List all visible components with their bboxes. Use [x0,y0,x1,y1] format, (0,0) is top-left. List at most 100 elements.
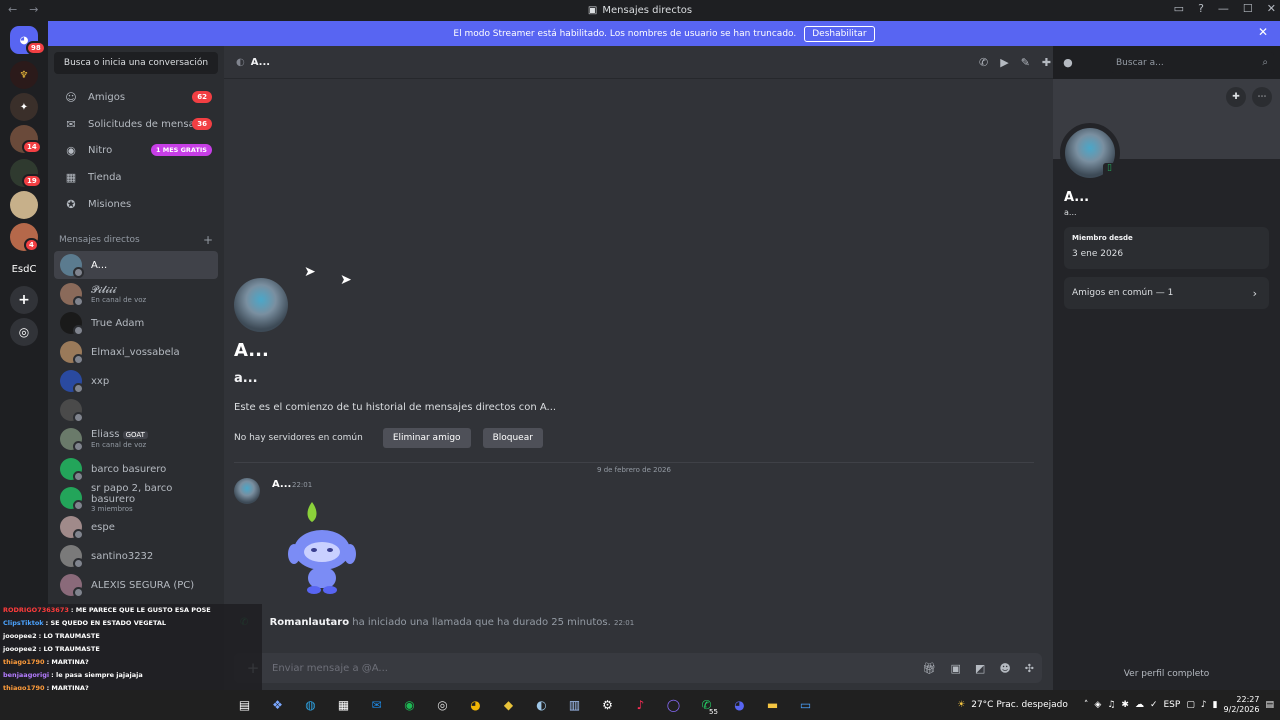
dm-item[interactable]: A... [54,251,218,279]
server-icon-3[interactable]: 19 [10,159,42,188]
obs-icon[interactable]: ◎ [426,698,459,712]
language-indicator[interactable]: ESP [1164,700,1181,710]
discord-taskbar-icon[interactable]: ◕ [723,698,756,712]
mutual-friends-row[interactable]: Amigos en común — 1 › [1064,277,1269,309]
search-input[interactable]: Buscar a... ⌕ [1110,52,1274,73]
dm-item[interactable]: True Adam [54,309,218,337]
home-badge: 98 [26,41,46,55]
bluetooth-icon[interactable]: ✱ [1121,700,1129,710]
home-button[interactable]: ◕ 98 [10,26,46,55]
nav-quests[interactable]: ✪ Misiones [54,192,218,216]
close-window-button[interactable]: ✕ [1267,2,1276,15]
browser-icon[interactable]: ◯ [657,698,690,712]
whatsapp-icon[interactable]: ✆ 55 [690,698,723,716]
emoji-icon[interactable]: ☻ [999,662,1010,675]
dm-item[interactable]: xxp [54,367,218,395]
inbox-icon: ▣ [587,5,598,16]
tray-app-icon[interactable]: ◈ [1094,700,1101,710]
add-server-button[interactable]: + [10,286,38,314]
server-icon-4[interactable] [10,191,38,219]
avatar [60,516,84,540]
chrome-icon[interactable]: ◕ [459,698,492,712]
dm-name: santino3232 [91,550,154,562]
dm-item[interactable]: 𝓟𝓲𝓵𝓲𝓲𝓲 En canal de voz [54,280,218,308]
dm-name: 𝓟𝓲𝓵𝓲𝓲𝓲 [91,284,117,296]
message-input[interactable]: Enviar mensaje a @A... [272,663,388,674]
chevron-up-icon[interactable]: ˄ [1084,700,1089,710]
volume-icon[interactable]: ♪ [1201,700,1207,710]
chat-header-name[interactable]: A... [251,57,270,68]
avatar [60,370,84,394]
close-banner-icon[interactable]: ✕ [1258,25,1268,39]
spotify-icon[interactable]: ◉ [393,698,426,712]
apps-icon[interactable]: ✣ [1025,662,1034,675]
cloud-icon[interactable]: ☁ [1135,700,1144,710]
gif-icon[interactable]: ▣ [951,662,961,675]
dm-item[interactable]: santino3232 [54,542,218,570]
pin-icon[interactable]: ✎ [1021,56,1030,69]
dm-item[interactable]: Elmaxi_vossabela [54,338,218,366]
add-friends-dm-icon[interactable]: ✚ [1042,56,1051,69]
microphone-icon[interactable]: ♫ [1107,700,1115,710]
dm-item[interactable]: ALEXIS SEGURA (PC) [54,571,218,599]
server-icon-5[interactable]: 4 [10,223,39,252]
system-tray: ☀ 27°C Prac. despejado ˄ ◈ ♫ ✱ ☁ ✓ ESP ▢… [957,690,1274,720]
find-conversation-button[interactable]: Busca o inicia una conversación [54,52,218,74]
sticker-icon[interactable]: ◩ [975,662,985,675]
mail-icon[interactable]: ✉ [360,698,393,712]
add-friend-icon[interactable]: ✚ [1226,87,1246,107]
nav-friends[interactable]: ☺ Amigos 62 [54,85,218,109]
video-call-icon[interactable]: ▶ [1000,56,1008,69]
screen-share-icon[interactable]: ▭ [1174,2,1184,15]
nav-label: Tienda [88,171,122,183]
disable-streamer-button[interactable]: Deshabilitar [804,25,875,42]
notifications-icon[interactable]: ▤ [1265,700,1274,710]
dm-item[interactable] [54,396,218,424]
weather-text[interactable]: 27°C Prac. despejado [971,700,1068,710]
calculator-icon[interactable]: ▥ [558,698,591,712]
game-icon[interactable]: ◆ [492,698,525,712]
dm-item[interactable]: sr papo 2, barco basurero 3 miembros [54,483,218,513]
minimize-button[interactable]: — [1218,2,1229,15]
battery-icon[interactable]: ▮ [1213,700,1218,710]
dm-item[interactable]: espe [54,513,218,541]
more-options-icon[interactable]: ⋯ [1252,87,1272,107]
caller-name[interactable]: Romanlautaro [270,617,349,628]
file-explorer-icon[interactable]: ▬ [756,698,789,712]
intro-avatar [234,278,288,332]
nav-nitro[interactable]: ◉ Nitro 1 MES GRATIS [54,138,218,162]
window-app-icon[interactable]: ▭ [789,698,822,712]
security-icon[interactable]: ✓ [1150,700,1158,710]
tiktok-icon[interactable]: ♪ [624,698,657,712]
server-folder-1[interactable]: ✦ [10,93,38,121]
steam-icon[interactable]: ◐ [525,698,558,712]
edge-icon[interactable]: ◍ [294,698,327,712]
voice-call-icon[interactable]: ✆ [979,56,988,69]
discover-button[interactable]: ◎ [10,318,38,346]
store-icon[interactable]: ▦ [327,698,360,712]
help-icon[interactable]: ? [1198,2,1204,15]
server-text-icon[interactable]: EsdC [9,255,39,283]
nav-message-requests[interactable]: ✉ Solicitudes de mensa... 36 [54,112,218,136]
create-dm-icon[interactable]: + [203,233,213,247]
remove-friend-button[interactable]: Eliminar amigo [382,428,471,448]
avatar[interactable] [234,478,260,504]
dm-item[interactable]: Eliass GOAT En canal de voz [54,425,218,453]
task-view-icon[interactable]: ▤ [228,698,261,712]
settings-icon[interactable]: ⚙ [591,698,624,712]
network-icon[interactable]: ▢ [1186,700,1195,710]
server-icon-1[interactable]: ♆ [10,61,38,89]
clock[interactable]: 22:27 9/2/2026 [1224,695,1260,715]
block-button[interactable]: Bloquear [482,428,543,448]
nav-shop[interactable]: ▦ Tienda [54,165,218,189]
forward-arrow-icon[interactable]: → [29,3,38,16]
view-full-profile-link[interactable]: Ver perfil completo [1053,669,1280,679]
back-arrow-icon[interactable]: ← [8,3,17,16]
message-author[interactable]: A... [272,479,291,490]
gift-icon[interactable]: 🎁︎ [923,662,937,675]
copilot-icon[interactable]: ❖ [261,698,294,712]
dm-item[interactable]: barco basurero [54,455,218,483]
user-profile-icon[interactable]: ● [1063,56,1073,69]
maximize-button[interactable]: ☐ [1243,2,1253,15]
server-icon-2[interactable]: 14 [10,125,42,154]
